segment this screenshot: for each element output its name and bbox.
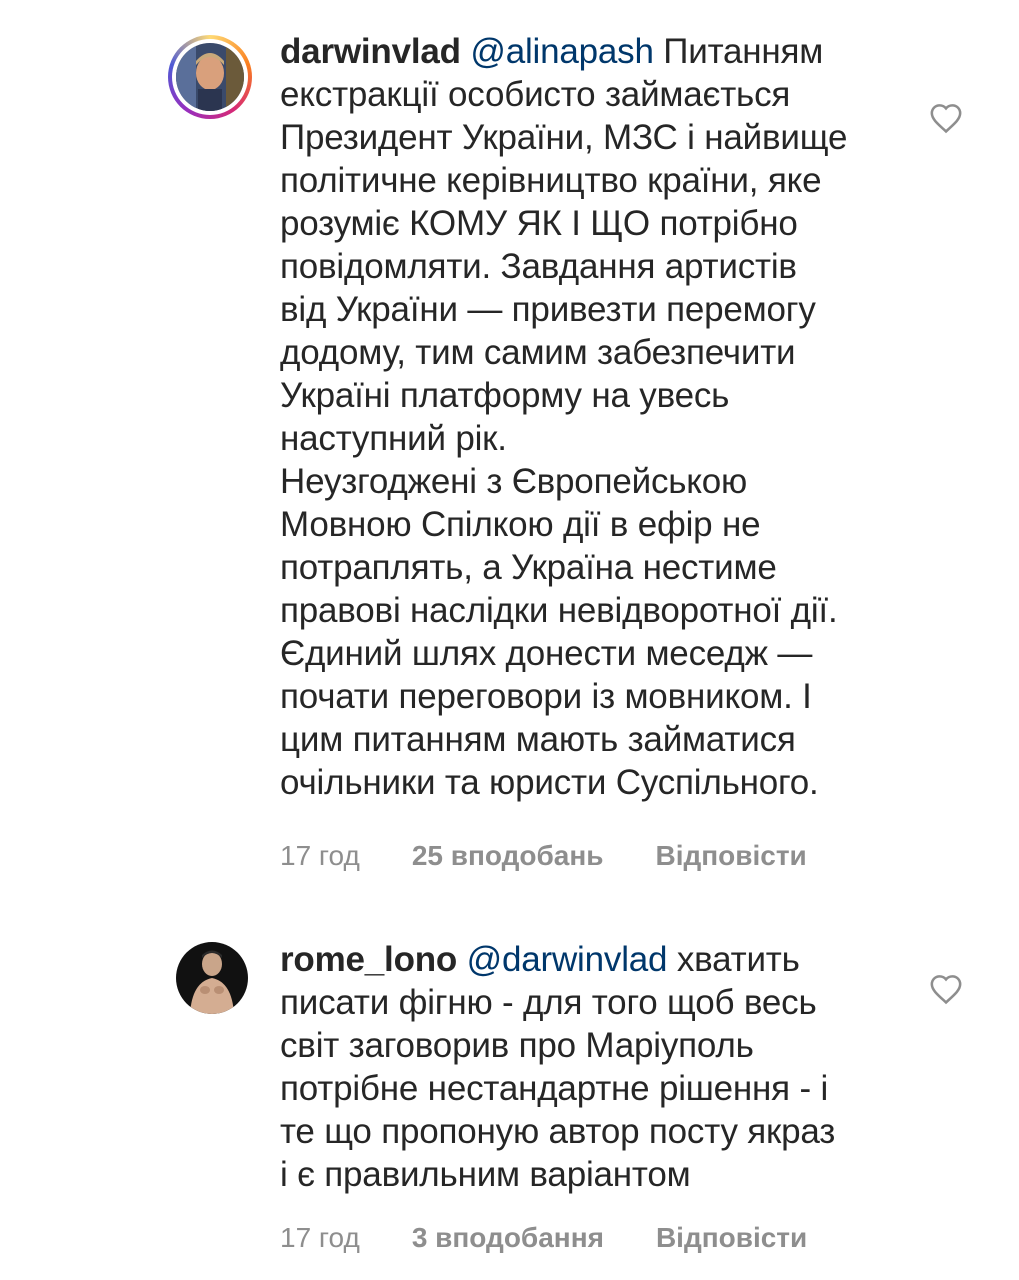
comment-line: те що пропоную автор посту якраз — [280, 1112, 836, 1151]
reply-button[interactable]: Відповісти — [656, 1222, 807, 1254]
comment-line: почати переговори із мовником. І — [280, 677, 812, 716]
mention-link[interactable]: @alinapash — [470, 32, 654, 71]
comment-line: наступний рік. — [280, 419, 507, 458]
avatar[interactable] — [176, 43, 244, 111]
comment-text: darwinvlad @alinapash Питанням екстракці… — [280, 30, 900, 804]
likes-count-button[interactable]: 25 вподобань — [412, 840, 604, 872]
comment-line: писати фігню - для того щоб весь — [280, 983, 817, 1022]
mention-link[interactable]: @darwinvlad — [467, 940, 668, 979]
reply-button[interactable]: Відповісти — [655, 840, 806, 872]
comment-line: очільники та юристи Суспільного. — [280, 763, 819, 802]
comment-line: розуміє КОМУ ЯК І ЩО потрібно — [280, 204, 798, 243]
comment-line: політичне керівництво країни, яке — [280, 161, 822, 200]
comment-first-line: rome_lono @darwinvlad хватить — [280, 938, 900, 981]
heart-outline-icon[interactable] — [929, 102, 963, 134]
heart-outline-icon[interactable] — [929, 973, 963, 1005]
timestamp: 17 год — [280, 840, 360, 871]
comment-line: Мовною Спілкою дії в ефір не — [280, 505, 761, 544]
comment-line: Президент України, МЗС і найвище — [280, 118, 848, 157]
comment-line: Неузгоджені з Європейською — [280, 462, 748, 501]
username-link[interactable]: darwinvlad — [280, 32, 461, 71]
comment-line: і є правильним варіантом — [280, 1155, 691, 1194]
comment-line: цим питанням мають займатися — [280, 720, 796, 759]
comment-line: повідомляти. Завдання артистів — [280, 247, 797, 286]
story-ring[interactable] — [168, 35, 252, 119]
comment-line: Питанням — [663, 32, 824, 71]
comment-line: хватить — [676, 940, 800, 979]
comment-line: потраплять, а Україна нестиме — [280, 548, 777, 587]
likes-count-button[interactable]: 3 вподобання — [412, 1222, 604, 1254]
comment-line: потрібне нестандартне рішення - і — [280, 1069, 829, 1108]
comment-first-line: darwinvlad @alinapash Питанням — [280, 30, 900, 73]
comment-line: світ заговорив про Маріуполь — [280, 1026, 754, 1065]
timestamp: 17 год — [280, 1222, 360, 1253]
comment-line: правові наслідки невідворотної дії. — [280, 591, 838, 630]
comment-meta: 17 год 3 вподобання Відповісти — [280, 1222, 807, 1254]
username-link[interactable]: rome_lono — [280, 940, 457, 979]
comment-meta: 17 год 25 вподобань Відповісти — [280, 840, 807, 872]
comment-text: rome_lono @darwinvlad хватить писати фіг… — [280, 938, 900, 1196]
avatar[interactable] — [176, 942, 248, 1014]
comment-line: Україні платформу на увесь — [280, 376, 730, 415]
comment-line: від України — привезти перемогу — [280, 290, 816, 329]
comment-line: Єдиний шлях донести меседж — — [280, 634, 813, 673]
comment-line: додому, тим самим забезпечити — [280, 333, 796, 372]
comment-line: екстракції особисто займається — [280, 75, 791, 114]
